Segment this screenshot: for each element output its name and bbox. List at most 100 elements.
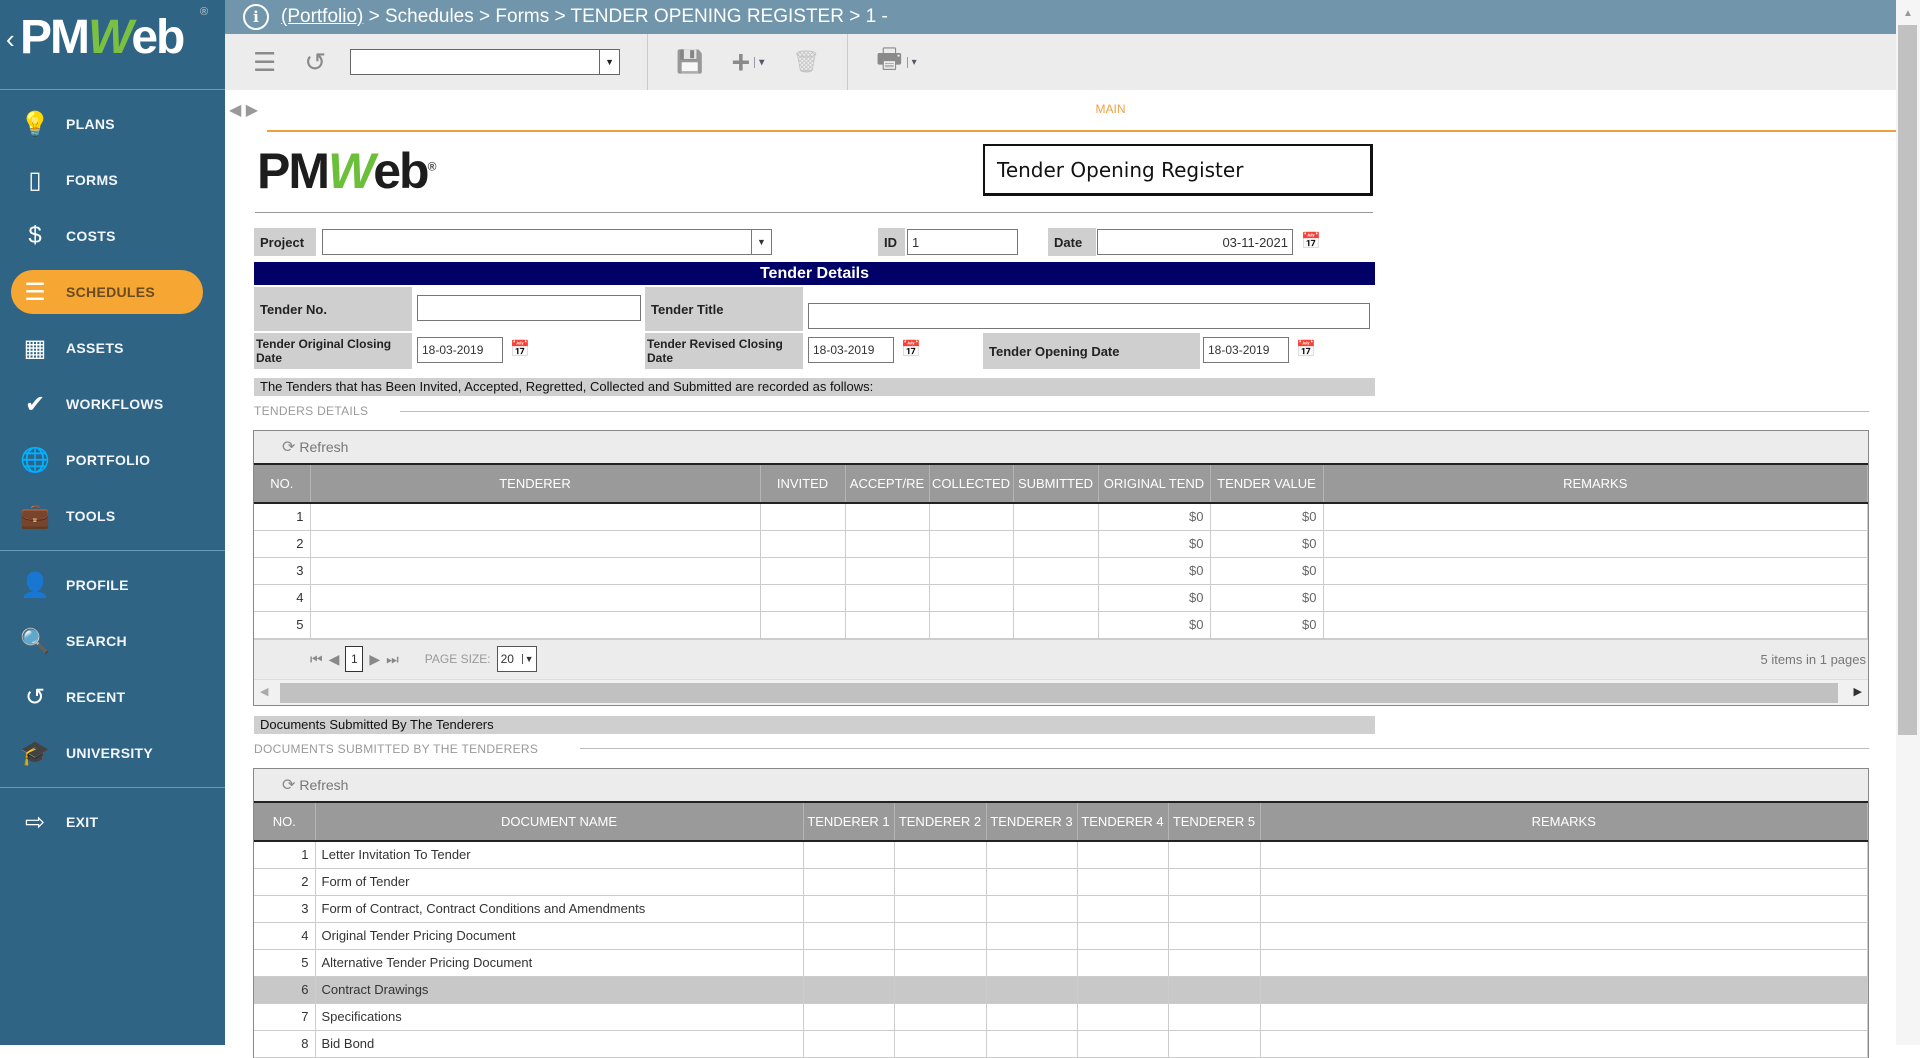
cell-tenderer-3[interactable] [986,1030,1078,1058]
first-page-icon[interactable]: ⏮ [310,651,323,668]
sidebar-item-exit[interactable]: ⇨ EXIT [0,794,225,850]
scroll-left-icon[interactable]: ◀ [260,685,268,698]
cell-tenderer-1[interactable] [803,895,895,923]
table-row[interactable]: 8 Bid Bond [254,1030,1868,1058]
tender-no-field[interactable] [417,295,641,321]
sidebar-item-recent[interactable]: ↺ RECENT [0,669,225,725]
cell-tenderer-1[interactable] [803,949,895,977]
cell-value[interactable]: $0 [1210,584,1324,612]
cell-tenderer-4[interactable] [1077,976,1169,1004]
add-button[interactable]: + ▾ [732,44,765,81]
cell-document-name[interactable]: Form of Contract, Contract Conditions an… [315,895,804,923]
print-button[interactable]: 🖶 ▾ [876,38,916,86]
table-row[interactable]: 1 $0 $0 [254,503,1868,531]
cell-remarks[interactable] [1260,868,1868,896]
calendar-icon[interactable]: 📅 [901,339,921,359]
cell-remarks[interactable] [1260,1030,1868,1058]
original-closing-date-field[interactable]: 18-03-2019 [417,337,503,363]
breadcrumb-portfolio-link[interactable]: (Portfolio) [281,6,363,28]
cell-tenderer-1[interactable] [803,922,895,950]
table-row[interactable]: 7 Specifications [254,1003,1868,1031]
cell-tenderer-1[interactable] [803,976,895,1004]
cell-submitted[interactable] [1013,503,1099,531]
numbered-list-icon[interactable]: ☰ [253,47,276,78]
cell-no[interactable]: 4 [254,922,316,950]
cell-invited[interactable] [760,611,846,639]
cell-remarks[interactable] [1260,949,1868,977]
cell-tenderer-5[interactable] [1168,895,1261,923]
cell-document-name[interactable]: Contract Drawings [315,976,804,1004]
cell-value[interactable]: $0 [1210,530,1324,558]
cell-tenderer-2[interactable] [894,841,987,869]
column-header[interactable]: NO. [254,803,316,842]
cell-tenderer-5[interactable] [1168,1003,1261,1031]
cell-tenderer-2[interactable] [894,976,987,1004]
cell-invited[interactable] [760,584,846,612]
cell-no[interactable]: 1 [254,503,311,531]
cell-tenderer-3[interactable] [986,949,1078,977]
last-page-icon[interactable]: ⏭ [386,651,399,668]
cell-document-name[interactable]: Alternative Tender Pricing Document [315,949,804,977]
cell-accept[interactable] [845,584,930,612]
scrollbar-thumb[interactable] [1898,25,1917,735]
date-field[interactable]: 03-11-2021 [1097,229,1293,255]
scroll-right-icon[interactable]: ▶ [1854,685,1862,698]
column-header[interactable]: TENDERER [310,465,761,504]
cell-no[interactable]: 2 [254,868,316,896]
column-header[interactable]: REMARKS [1260,803,1868,842]
sidebar-item-plans[interactable]: 💡 PLANS [0,96,225,152]
history-icon[interactable]: ↺ [304,47,326,78]
next-page-icon[interactable]: ▶ [369,651,380,668]
info-icon[interactable]: i [243,4,269,30]
scrollbar-thumb[interactable] [280,682,1838,703]
cell-no[interactable]: 3 [254,557,311,585]
cell-original[interactable]: $0 [1098,557,1211,585]
cell-original[interactable]: $0 [1098,584,1211,612]
cell-invited[interactable] [760,530,846,558]
cell-tenderer-4[interactable] [1077,895,1169,923]
cell-tenderer[interactable] [310,557,761,585]
refresh-button[interactable]: ⟳ Refresh [282,775,348,795]
cell-no[interactable]: 5 [254,949,316,977]
cell-tenderer-5[interactable] [1168,922,1261,950]
print-menu-arrow-icon[interactable]: ▾ [906,56,917,68]
calendar-icon[interactable]: 📅 [510,339,530,359]
cell-accept[interactable] [845,611,930,639]
cell-tenderer-2[interactable] [894,922,987,950]
save-icon[interactable]: 💾 [676,49,703,75]
cell-accept[interactable] [845,557,930,585]
cell-tenderer-1[interactable] [803,841,895,869]
sidebar-item-schedules[interactable]: ☰ SCHEDULES [0,264,225,320]
column-header[interactable]: ACCEPT/RE [845,465,930,504]
sidebar-item-forms[interactable]: ▯ FORMS [0,152,225,208]
cell-tenderer-5[interactable] [1168,841,1261,869]
cell-tenderer-4[interactable] [1077,922,1169,950]
revised-closing-date-field[interactable]: 18-03-2019 [808,337,894,363]
cell-tenderer-2[interactable] [894,895,987,923]
cell-no[interactable]: 3 [254,895,316,923]
cell-collected[interactable] [929,530,1014,558]
table-row[interactable]: 6 Contract Drawings [254,976,1868,1004]
tender-title-field[interactable] [808,303,1370,329]
column-header[interactable]: TENDERER 4 [1077,803,1169,842]
cell-remarks[interactable] [1260,841,1868,869]
collapse-chevron-icon[interactable]: ‹ [6,24,15,55]
column-header[interactable]: TENDERER 2 [894,803,987,842]
cell-tenderer-4[interactable] [1077,868,1169,896]
sidebar-item-assets[interactable]: ▦ ASSETS [0,320,225,376]
column-header[interactable]: TENDERER 3 [986,803,1078,842]
column-header[interactable]: INVITED [760,465,846,504]
cell-original[interactable]: $0 [1098,611,1211,639]
vertical-scrollbar[interactable]: ▲ [1896,0,1920,1045]
cell-collected[interactable] [929,557,1014,585]
table-row[interactable]: 5 Alternative Tender Pricing Document [254,949,1868,977]
cell-document-name[interactable]: Original Tender Pricing Document [315,922,804,950]
table-row[interactable]: 4 $0 $0 [254,584,1868,612]
column-header[interactable]: NO. [254,465,311,504]
cell-remarks[interactable] [1260,922,1868,950]
cell-tenderer-1[interactable] [803,1030,895,1058]
cell-no[interactable]: 8 [254,1030,316,1058]
cell-document-name[interactable]: Specifications [315,1003,804,1031]
cell-tenderer-5[interactable] [1168,949,1261,977]
cell-tenderer-4[interactable] [1077,949,1169,977]
